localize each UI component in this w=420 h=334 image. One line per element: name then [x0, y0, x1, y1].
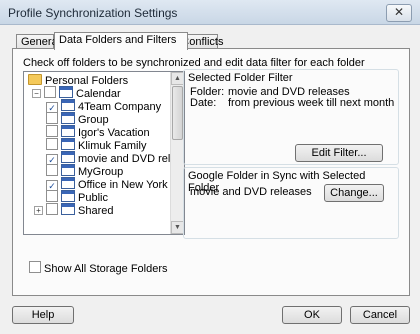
help-button[interactable]: Help: [12, 306, 74, 324]
close-button[interactable]: ✕: [386, 4, 412, 22]
calendar-icon: [61, 99, 75, 111]
tree-item-office-in-new-york[interactable]: ✓ Office in New York: [46, 177, 168, 192]
instruction-text: Check off folders to be synchronized and…: [23, 57, 365, 69]
tab-general[interactable]: General: [16, 34, 60, 49]
tab-panel: Check off folders to be synchronized and…: [12, 48, 410, 296]
calendar-icon: [61, 190, 75, 202]
google-folder-value: movie and DVD releases: [190, 186, 312, 198]
tree-item-calendar[interactable]: − Calendar: [32, 86, 121, 100]
change-button[interactable]: Change...: [324, 184, 384, 202]
show-all-storage-folders[interactable]: Show All Storage Folders: [29, 261, 168, 275]
tab-data-folders-and-filters[interactable]: Data Folders and Filters: [54, 32, 188, 50]
checkbox[interactable]: [46, 203, 58, 215]
calendar-icon: [59, 86, 73, 98]
date-label: Date:: [190, 97, 217, 109]
calendar-icon: [61, 177, 75, 189]
calendar-icon: [61, 112, 75, 124]
date-value: from previous week till next month: [228, 97, 395, 109]
edit-filter-button[interactable]: Edit Filter...: [295, 144, 383, 162]
google-folder-group: Google Folder in Sync with Selected Fold…: [183, 167, 399, 239]
calendar-icon: [61, 125, 75, 137]
calendar-icon: [61, 164, 75, 176]
ok-button[interactable]: OK: [282, 306, 342, 324]
group-title: Selected Folder Filter: [188, 72, 293, 84]
expand-icon[interactable]: +: [34, 206, 43, 215]
tree-item-shared[interactable]: + Shared: [34, 203, 114, 217]
tree-item-public[interactable]: Public: [46, 190, 108, 204]
selected-folder-filter-group: Selected Folder Filter Folder: movie and…: [183, 69, 399, 165]
checkbox[interactable]: [46, 112, 58, 124]
scroll-thumb[interactable]: [172, 86, 183, 140]
tree-item-4team-company[interactable]: ✓ 4Team Company: [46, 99, 161, 114]
cancel-button[interactable]: Cancel: [350, 306, 410, 324]
tree-item-mygroup[interactable]: MyGroup: [46, 164, 123, 178]
tree-item-label: Shared: [78, 205, 114, 217]
collapse-icon[interactable]: −: [32, 89, 41, 98]
show-all-label: Show All Storage Folders: [44, 263, 168, 275]
checkbox[interactable]: [44, 86, 56, 98]
checkbox[interactable]: [46, 164, 58, 176]
window-title: Profile Synchronization Settings: [8, 6, 178, 20]
checkbox[interactable]: [46, 190, 58, 202]
folder-tree[interactable]: Personal Folders − Calendar ✓ 4Team Compan…: [23, 71, 185, 235]
checkbox[interactable]: [29, 261, 41, 273]
checkbox[interactable]: [46, 138, 58, 150]
tree-item-igors-vacation[interactable]: Igor's Vacation: [46, 125, 150, 139]
tree-item-group[interactable]: Group: [46, 112, 109, 126]
calendar-icon: [61, 203, 75, 215]
vertical-scrollbar[interactable]: ▲ ▼: [170, 72, 184, 234]
tree-item-movie-and-dvd-releases[interactable]: ✓movie and DVD releases: [46, 151, 184, 166]
calendar-icon: [61, 151, 75, 163]
checkbox[interactable]: [46, 125, 58, 137]
tree-item-klimuk-family[interactable]: Klimuk Family: [46, 138, 146, 152]
calendar-icon: [61, 138, 75, 150]
folder-icon: [28, 74, 42, 85]
title-bar: Profile Synchronization Settings ✕: [0, 0, 420, 25]
